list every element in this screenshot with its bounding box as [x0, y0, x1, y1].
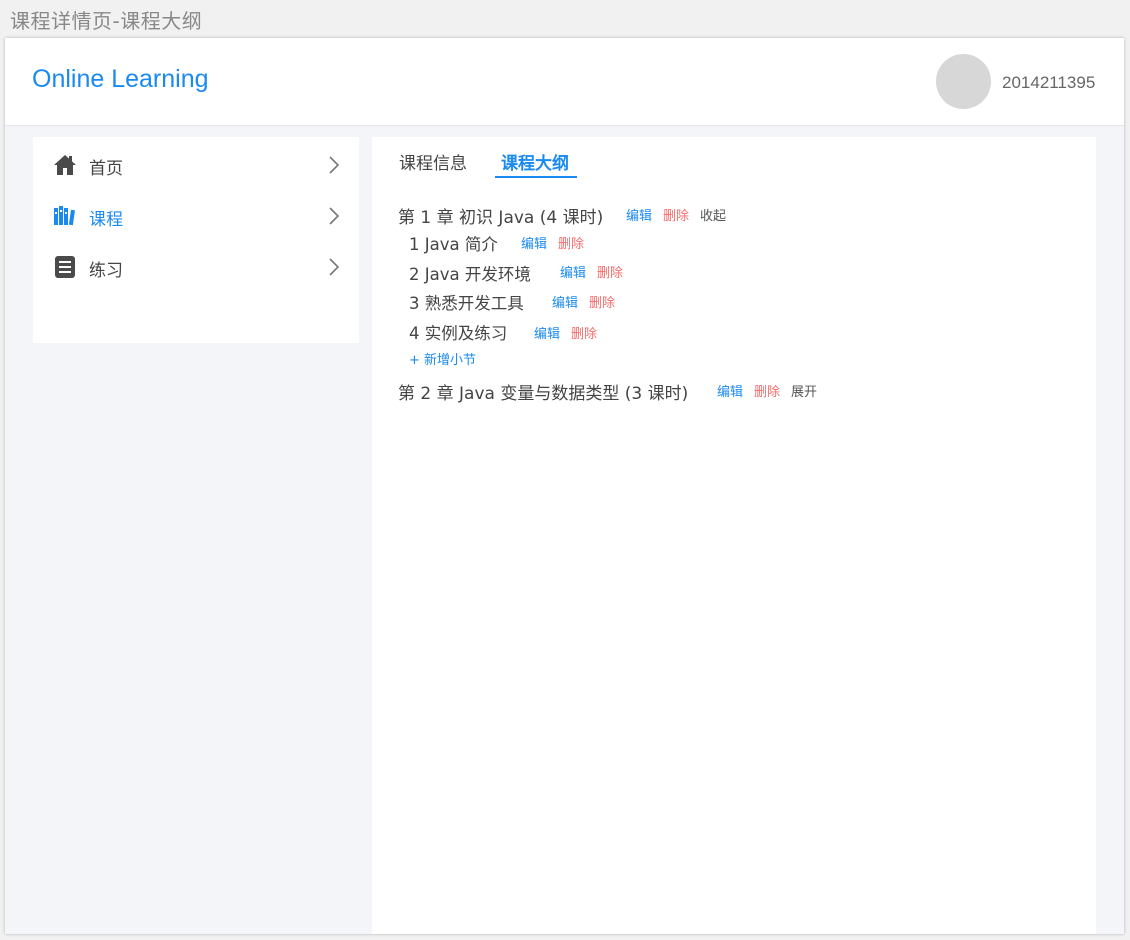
- sidebar-item-label: 课程: [89, 210, 123, 230]
- chevron-right-icon: [329, 207, 340, 225]
- books-icon: [54, 206, 75, 226]
- collapse-chapter-button[interactable]: 收起: [700, 205, 726, 224]
- edit-section-button[interactable]: 编辑: [552, 292, 578, 311]
- edit-section-button[interactable]: 编辑: [534, 323, 560, 342]
- sidebar-item-home[interactable]: 首页: [33, 145, 359, 185]
- avatar[interactable]: [936, 54, 991, 109]
- delete-section-button[interactable]: 删除: [558, 233, 584, 252]
- main-content: 课程信息 课程大纲 第 1 章 初识 Java (4 课时) 编辑 删除 收起 …: [372, 137, 1096, 934]
- chevron-right-icon: [329, 258, 340, 276]
- section-title: 2 Java 开发环境: [409, 265, 531, 284]
- add-section-button[interactable]: + 新增小节: [409, 349, 476, 368]
- edit-section-button[interactable]: 编辑: [521, 233, 547, 252]
- sidebar-item-courses[interactable]: 课程: [33, 196, 359, 236]
- chapter-title: 第 2 章 Java 变量与数据类型 (3 课时): [398, 384, 689, 404]
- delete-chapter-button[interactable]: 删除: [754, 381, 780, 400]
- home-icon: [54, 155, 76, 175]
- edit-section-button[interactable]: 编辑: [560, 262, 586, 281]
- sidebar-item-practice[interactable]: 练习: [33, 247, 359, 287]
- expand-chapter-button[interactable]: 展开: [791, 381, 817, 400]
- active-tab-indicator: [495, 176, 577, 178]
- delete-section-button[interactable]: 删除: [571, 323, 597, 342]
- app-frame: Online Learning 2014211395 首页 课程 练习 课程信息…: [5, 38, 1124, 934]
- sidebar-item-label: 练习: [89, 261, 123, 281]
- section-title: 1 Java 简介: [409, 235, 498, 254]
- edit-chapter-button[interactable]: 编辑: [626, 205, 652, 224]
- edit-chapter-button[interactable]: 编辑: [717, 381, 743, 400]
- sidebar-nav: 首页 课程 练习: [33, 137, 359, 343]
- delete-section-button[interactable]: 删除: [597, 262, 623, 281]
- chapter-title: 第 1 章 初识 Java (4 课时): [398, 208, 604, 228]
- section-title: 3 熟悉开发工具: [409, 294, 524, 313]
- section-title: 4 实例及练习: [409, 324, 508, 343]
- tab-course-outline[interactable]: 课程大纲: [501, 149, 569, 174]
- tab-course-info[interactable]: 课程信息: [399, 149, 467, 174]
- user-id[interactable]: 2014211395: [1002, 73, 1095, 93]
- chevron-right-icon: [329, 156, 340, 174]
- delete-chapter-button[interactable]: 删除: [663, 205, 689, 224]
- app-logo[interactable]: Online Learning: [32, 65, 209, 94]
- delete-section-button[interactable]: 删除: [589, 292, 615, 311]
- page-caption: 课程详情页-课程大纲: [10, 9, 203, 33]
- top-header: Online Learning 2014211395: [5, 38, 1124, 126]
- list-icon: [55, 256, 75, 278]
- sidebar-item-label: 首页: [89, 159, 123, 179]
